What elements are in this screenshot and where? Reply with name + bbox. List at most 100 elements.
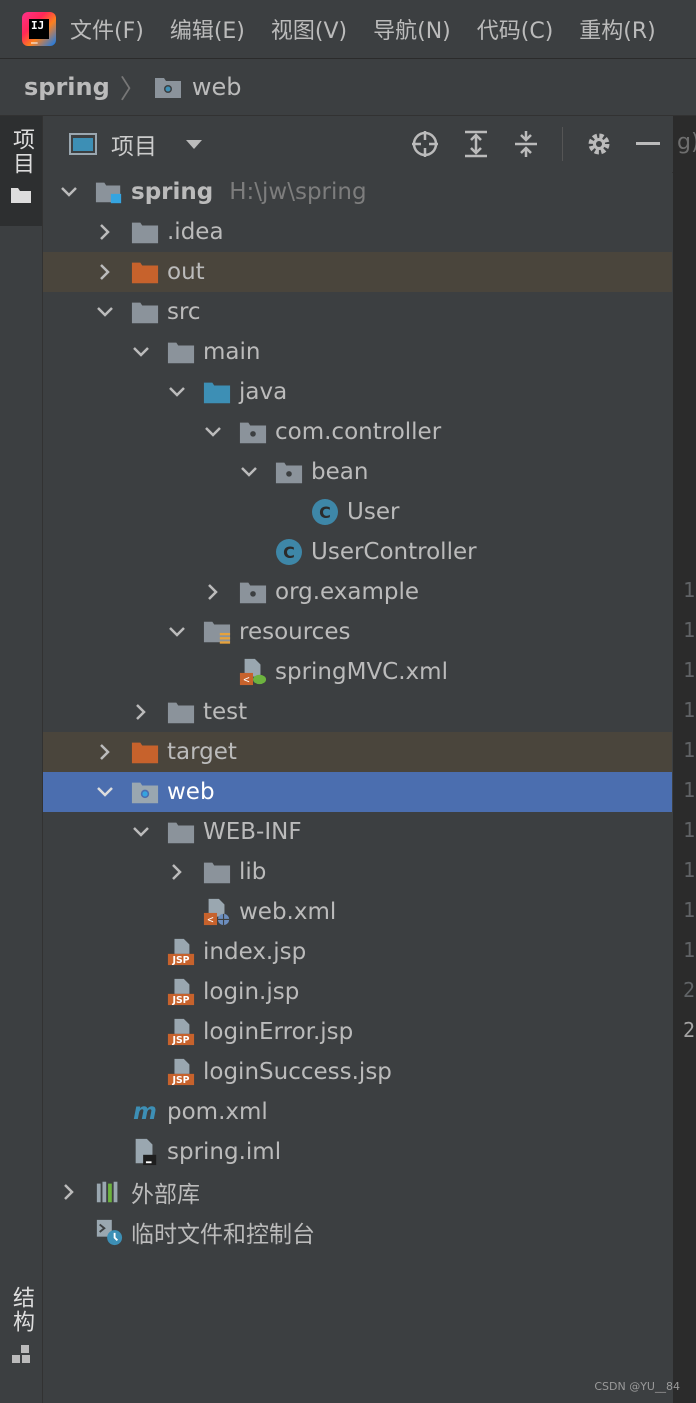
chevron-down-icon[interactable] — [59, 182, 79, 202]
tree-row-web[interactable]: web — [43, 772, 672, 812]
watermark: CSDN @YU__84 — [594, 1380, 680, 1393]
tree-row-spring-iml[interactable]: spring.iml — [43, 1132, 672, 1172]
tree-row-web-xml[interactable]: < web.xml — [43, 892, 672, 932]
tree-label-spring: spring — [131, 179, 214, 205]
collapse-all-icon[interactable] — [512, 129, 540, 159]
line-number: 1 — [683, 578, 696, 602]
chevron-down-icon[interactable] — [95, 782, 115, 802]
breadcrumb-web-label: web — [191, 73, 242, 101]
svg-text:m: m — [133, 1099, 157, 1125]
navigation-bar: spring 〉 web — [0, 59, 696, 116]
svg-text:<: < — [207, 914, 213, 926]
tree-label-login-jsp: login.jsp — [203, 979, 300, 1005]
editor-gutter: g) 1 1 1 1 1 1 1 1 1 1 2 2 — [673, 116, 696, 1403]
chevron-right-icon[interactable] — [59, 1182, 79, 1202]
tree-row-web-inf[interactable]: WEB-INF — [43, 812, 672, 852]
tree-label-springmvc-xml: springMVC.xml — [275, 659, 448, 685]
iml-file-icon — [131, 1138, 159, 1166]
dropdown-arrow-icon[interactable] — [185, 138, 203, 150]
menu-navigate[interactable]: 导航(N) — [373, 13, 451, 45]
tree-label-src: src — [167, 299, 201, 325]
tree-row-out[interactable]: out — [43, 252, 672, 292]
chevron-down-icon[interactable] — [95, 302, 115, 322]
excluded-folder-icon — [131, 258, 159, 286]
tool-tab-structure[interactable]: 结构 — [0, 1286, 42, 1396]
tree-row-login-jsp[interactable]: JSP login.jsp — [43, 972, 672, 1012]
tree-row-external-libraries[interactable]: 外部库 — [43, 1172, 672, 1212]
project-view-title[interactable]: 项目 — [111, 127, 157, 161]
chevron-right-icon[interactable] — [167, 862, 187, 882]
chevron-right-icon[interactable] — [95, 222, 115, 242]
chevron-down-icon[interactable] — [239, 462, 259, 482]
tree-label-login-error-jsp: loginError.jsp — [203, 1019, 354, 1045]
svg-text:C: C — [283, 543, 295, 562]
tree-row-target[interactable]: target — [43, 732, 672, 772]
tree-row-pom-xml[interactable]: m pom.xml — [43, 1092, 672, 1132]
line-number: 1 — [683, 858, 696, 882]
excluded-folder-icon — [131, 738, 159, 766]
chevron-down-icon[interactable] — [167, 622, 187, 642]
tree-row-bean[interactable]: bean — [43, 452, 672, 492]
hide-panel-icon[interactable] — [635, 141, 661, 147]
chevron-right-icon[interactable] — [131, 702, 151, 722]
menu-file[interactable]: 文件(F) — [70, 13, 144, 45]
jsp-file-icon: JSP — [167, 938, 195, 966]
tree-label-pom-xml: pom.xml — [167, 1099, 268, 1125]
tree-row-org-example[interactable]: org.example — [43, 572, 672, 612]
breadcrumb-project[interactable]: spring — [24, 73, 110, 101]
tree-row-lib[interactable]: lib — [43, 852, 672, 892]
tree-row-main[interactable]: main — [43, 332, 672, 372]
project-view-icon — [69, 133, 97, 155]
menu-edit[interactable]: 编辑(E) — [170, 13, 245, 45]
tree-row-resources[interactable]: resources — [43, 612, 672, 652]
web-folder-icon — [154, 78, 181, 98]
tree-label-idea: .idea — [167, 219, 224, 245]
tree-label-out: out — [167, 259, 205, 285]
tree-label-java: java — [239, 379, 288, 405]
tree-row-springmvc-xml[interactable]: < springMVC.xml — [43, 652, 672, 692]
tree-row-index-jsp[interactable]: JSP index.jsp — [43, 932, 672, 972]
tree-row-test[interactable]: test — [43, 692, 672, 732]
project-panel-header: 项目 — [43, 116, 673, 173]
tree-row-login-error-jsp[interactable]: JSP loginError.jsp — [43, 1012, 672, 1052]
source-folder-icon — [203, 378, 231, 406]
chevron-down-icon[interactable] — [203, 422, 223, 442]
tree-label-user-controller: UserController — [311, 539, 477, 565]
tree-row-com-controller[interactable]: com.controller — [43, 412, 672, 452]
menu-code[interactable]: 代码(C) — [477, 13, 554, 45]
tree-row-idea[interactable]: .idea — [43, 212, 672, 252]
tree-label-resources: resources — [239, 619, 351, 645]
tree-row-src[interactable]: src — [43, 292, 672, 332]
svg-text:JSP: JSP — [171, 955, 189, 966]
tree-row-spring[interactable]: spring H:\jw\spring — [43, 172, 672, 212]
chevron-down-icon[interactable] — [167, 382, 187, 402]
library-icon — [95, 1178, 123, 1206]
svg-text:JSP: JSP — [171, 1075, 189, 1086]
tree-row-java[interactable]: java — [43, 372, 672, 412]
structure-icon — [12, 1345, 30, 1363]
expand-all-icon[interactable] — [462, 129, 490, 159]
menu-refactor[interactable]: 重构(R) — [579, 13, 655, 45]
chevron-down-icon[interactable] — [131, 342, 151, 362]
svg-text:JSP: JSP — [171, 995, 189, 1006]
tree-row-login-success-jsp[interactable]: JSP loginSuccess.jsp — [43, 1052, 672, 1092]
tree-row-user-controller[interactable]: C UserController — [43, 532, 672, 572]
line-number: 1 — [683, 618, 696, 642]
tree-label-web: web — [167, 779, 215, 805]
chevron-down-icon[interactable] — [131, 822, 151, 842]
tree-label-login-success-jsp: loginSuccess.jsp — [203, 1059, 392, 1085]
menu-view[interactable]: 视图(V) — [271, 13, 347, 45]
chevron-right-icon[interactable] — [95, 742, 115, 762]
tree-row-user[interactable]: C User — [43, 492, 672, 532]
tree-row-scratches[interactable]: 临时文件和控制台 — [43, 1212, 672, 1252]
line-number: 1 — [683, 658, 696, 682]
tree-label-org-example: org.example — [275, 579, 420, 605]
chevron-right-icon[interactable] — [203, 582, 223, 602]
tool-tab-project[interactable]: 项目 — [0, 116, 42, 226]
scratches-icon — [95, 1218, 123, 1246]
locate-icon[interactable] — [410, 129, 440, 159]
chevron-right-icon[interactable] — [95, 262, 115, 282]
spring-xml-icon: < — [239, 658, 267, 686]
gear-icon[interactable] — [585, 130, 613, 158]
breadcrumb-web[interactable]: web — [154, 73, 242, 101]
